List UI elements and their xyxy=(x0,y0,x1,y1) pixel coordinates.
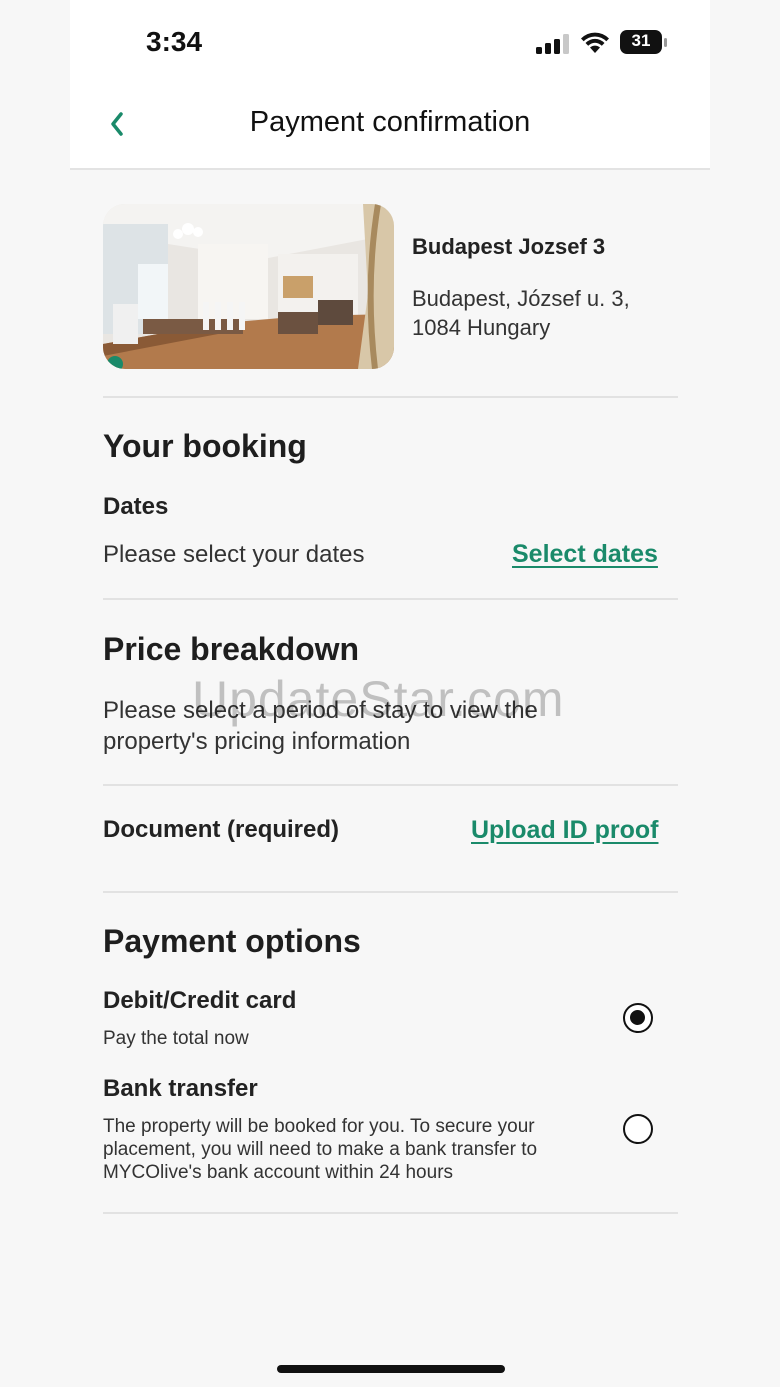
page-title: Payment confirmation xyxy=(249,106,531,138)
dates-placeholder: Please select your dates xyxy=(103,541,365,568)
property-address: Budapest, József u. 3, 1084 Hungary xyxy=(412,284,682,342)
card-option-description: Pay the total now xyxy=(103,1028,249,1049)
battery-level: 31 xyxy=(631,31,651,50)
price-info-line-2: property's pricing information xyxy=(103,728,411,755)
home-indicator[interactable] xyxy=(277,1365,505,1373)
property-name: Budapest Jozsef 3 xyxy=(412,234,606,259)
bank-option-radio[interactable] xyxy=(623,1114,653,1144)
battery-cap xyxy=(664,38,667,47)
divider xyxy=(103,784,678,786)
divider xyxy=(103,598,678,600)
address-line-1: Budapest, József u. 3, xyxy=(412,286,630,311)
card-option-radio[interactable] xyxy=(623,1003,653,1033)
wifi-icon xyxy=(581,32,609,53)
price-info: Please select a period of stay to view t… xyxy=(103,695,538,757)
payment-heading: Payment options xyxy=(103,923,361,959)
dates-label: Dates xyxy=(103,493,169,520)
battery-icon: 31 xyxy=(620,30,662,54)
divider xyxy=(103,891,678,893)
payment-confirmation-screen: 3:34 31 Payment confirmation Budapest Jo… xyxy=(0,0,780,1387)
price-heading: Price breakdown xyxy=(103,631,360,667)
bank-option-line-3: MYCOlive's bank account within 24 hours xyxy=(103,1162,454,1183)
document-label: Document (required) xyxy=(103,816,340,843)
status-icons: 31 xyxy=(536,30,667,56)
bank-option-line-2: placement, you will need to make a bank … xyxy=(103,1139,538,1160)
bank-option-description: The property will be booked for you. To … xyxy=(103,1115,537,1184)
apartment-interior-image xyxy=(103,204,394,369)
price-info-line-1: Please select a period of stay to view t… xyxy=(103,697,538,724)
select-dates-link[interactable]: Select dates xyxy=(512,540,658,569)
upload-id-proof-link[interactable]: Upload ID proof xyxy=(471,816,658,845)
property-photo xyxy=(103,204,394,369)
bank-option-line-1: The property will be booked for you. To … xyxy=(103,1116,535,1137)
status-time: 3:34 xyxy=(146,26,203,57)
top-bar: 3:34 31 Payment confirmation xyxy=(70,0,710,170)
card-option-title: Debit/Credit card xyxy=(103,987,297,1014)
cellular-signal-icon xyxy=(536,34,569,54)
bank-option-title: Bank transfer xyxy=(103,1075,258,1102)
divider xyxy=(103,1212,678,1214)
address-line-2: 1084 Hungary xyxy=(412,315,551,340)
divider xyxy=(103,396,678,398)
property-card[interactable]: Budapest Jozsef 3 Budapest, József u. 3,… xyxy=(103,204,678,370)
booking-heading: Your booking xyxy=(103,428,307,464)
